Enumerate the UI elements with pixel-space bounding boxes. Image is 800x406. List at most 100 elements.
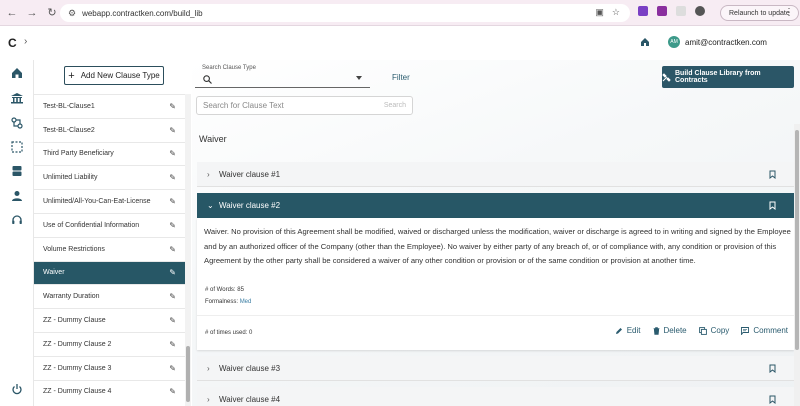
comment-icon (741, 326, 750, 335)
comment-button[interactable]: Comment (741, 326, 788, 335)
address-bar[interactable]: ⚙ webapp.contractken.com/build_lib ▣ ☆ (60, 4, 630, 22)
person-nav-icon[interactable] (10, 189, 24, 203)
brand-logo[interactable]: C (8, 36, 17, 50)
clause-type-item[interactable]: ZZ - Dummy Clause 2 ✎ (34, 331, 186, 356)
edit-button[interactable]: Edit (615, 326, 641, 335)
clause-type-label: Waiver (43, 269, 65, 277)
filter-button[interactable]: Filter (392, 73, 410, 82)
edit-pencil-icon[interactable]: ✎ (169, 149, 176, 158)
bookmark-icon[interactable] (769, 201, 776, 210)
edit-pencil-icon[interactable]: ✎ (169, 268, 176, 277)
clause-type-label: Unlimited Liability (43, 174, 98, 182)
edit-pencil-icon[interactable]: ✎ (169, 292, 176, 301)
clause-type-item[interactable]: Test-BL-Clause2 ✎ (34, 117, 186, 142)
copy-icon (698, 326, 707, 335)
clause-type-item[interactable]: ZZ - Dummy Clause 4 ✎ (34, 379, 186, 404)
clause-text-search-field[interactable]: Search for Clause Text Search (196, 96, 413, 115)
list-scrollbar-thumb[interactable] (186, 346, 190, 402)
clause-text-search-button[interactable]: Search (384, 102, 406, 109)
library-nav-icon[interactable] (10, 91, 24, 105)
reload-icon[interactable]: ↻ (44, 5, 60, 21)
edit-pencil-icon[interactable]: ✎ (169, 340, 176, 349)
clause-type-item[interactable]: Test-BL-Clause1 ✎ (34, 94, 186, 118)
formalness-label: Formalness: (205, 299, 239, 305)
delete-button[interactable]: Delete (653, 326, 687, 335)
comment-label: Comment (753, 326, 788, 335)
install-app-icon[interactable]: ▣ (595, 7, 604, 18)
clause-type-item[interactable]: Waiver ✎ (34, 260, 186, 285)
dropdown-caret-icon[interactable] (356, 76, 362, 80)
clause-type-list: Test-BL-Clause1 ✎ Test-BL-Clause2 ✎ Third Pa… (34, 94, 186, 403)
browser-menu-icon[interactable]: ⋮ (784, 7, 794, 18)
section-title: Waiver (199, 134, 227, 144)
storage-nav-icon[interactable] (10, 164, 24, 178)
clause-accordion-3[interactable]: › Waiver clause #3 (197, 356, 794, 381)
add-clause-type-button[interactable]: + Add New Clause Type (64, 66, 164, 85)
user-email[interactable]: amit@contractken.com (685, 38, 767, 47)
search-icon (203, 75, 212, 84)
bookmark-star-icon[interactable]: ☆ (612, 7, 620, 18)
copy-label: Copy (710, 326, 730, 335)
bookmark-icon[interactable] (769, 170, 776, 179)
support-headset-icon[interactable] (10, 213, 24, 227)
clause-detail-card: Waiver. No provision of this Agreement s… (197, 218, 794, 350)
formalness-value: Med (239, 299, 252, 305)
delete-label: Delete (663, 326, 687, 335)
avatar[interactable]: AM (668, 36, 680, 48)
search-clause-type-select[interactable]: Search Clause Type (195, 65, 370, 88)
clause-title: Waiver clause #1 (219, 169, 281, 179)
clause-type-item[interactable]: ZZ - Dummy Clause ✎ (34, 308, 186, 332)
site-info-icon[interactable]: ⚙ (68, 8, 76, 19)
home-nav-icon[interactable] (10, 66, 24, 80)
clause-type-item[interactable]: ZZ - Dummy Clause 3 ✎ (34, 355, 186, 380)
clause-type-item[interactable]: Warranty Duration ✎ (34, 284, 186, 308)
profile-icon[interactable] (695, 6, 705, 16)
clause-type-label: Test-BL-Clause1 (43, 102, 95, 110)
edit-pencil-icon[interactable]: ✎ (169, 173, 176, 182)
clause-accordion-4[interactable]: › Waiver clause #4 (197, 387, 794, 406)
main-scrollbar-thumb[interactable] (795, 130, 799, 350)
power-logout-icon[interactable] (10, 382, 24, 396)
clause-accordion-1[interactable]: › Waiver clause #1 (197, 162, 794, 187)
edit-pencil-icon[interactable]: ✎ (169, 126, 176, 135)
onenote-extension-icon[interactable] (657, 6, 667, 16)
expand-sidebar-icon[interactable]: › (24, 36, 27, 47)
clause-text-search-input[interactable]: Search for Clause Text (203, 101, 284, 110)
plus-icon: + (68, 69, 75, 82)
add-clause-type-label: Add New Clause Type (80, 71, 160, 80)
chevron-right-icon: › (207, 169, 210, 179)
puzzle-extensions-icon[interactable] (676, 6, 686, 16)
edit-pencil-icon[interactable]: ✎ (169, 364, 176, 373)
app-header: C › AM amit@contractken.com (0, 26, 800, 60)
clause-type-label: Unlimited/All-You-Can-Eat-License (43, 198, 151, 206)
clause-type-label: Third Party Beneficiary (43, 150, 114, 158)
word-count: # of Words: 85 (205, 287, 244, 293)
extension-icon-1[interactable] (638, 6, 648, 16)
edit-pencil-icon[interactable]: ✎ (169, 102, 176, 111)
clause-type-item[interactable]: Unlimited Liability ✎ (34, 165, 186, 189)
clause-type-item[interactable]: Unlimited/All-You-Can-Eat-License ✎ (34, 189, 186, 213)
url-text: webapp.contractken.com/build_lib (82, 8, 203, 18)
select-area-nav-icon[interactable] (10, 140, 24, 154)
bookmark-icon[interactable] (769, 364, 776, 373)
left-nav-rail (0, 60, 34, 406)
edit-pencil-icon[interactable]: ✎ (169, 245, 176, 254)
copy-button[interactable]: Copy (698, 326, 730, 335)
clause-accordion-2[interactable]: ⌄ Waiver clause #2 (197, 193, 794, 218)
forward-icon[interactable]: → (24, 5, 40, 21)
compare-nav-icon[interactable] (10, 116, 24, 130)
build-clause-library-button[interactable]: Build Clause Library from Contracts (662, 66, 794, 88)
bookmark-icon[interactable] (769, 395, 776, 404)
clause-type-item[interactable]: Third Party Beneficiary ✎ (34, 141, 186, 166)
home-icon[interactable] (640, 37, 650, 47)
edit-pencil-icon[interactable]: ✎ (169, 387, 176, 396)
tools-icon (662, 72, 671, 82)
clause-type-item[interactable]: Use of Confidential Information ✎ (34, 212, 186, 237)
clause-type-item[interactable]: Volume Restrictions ✎ (34, 236, 186, 261)
clause-type-label: Warranty Duration (43, 293, 100, 301)
edit-pencil-icon[interactable]: ✎ (169, 316, 176, 325)
pencil-icon (615, 327, 623, 335)
back-icon[interactable]: ← (4, 5, 20, 21)
edit-pencil-icon[interactable]: ✎ (169, 197, 176, 206)
edit-pencil-icon[interactable]: ✎ (169, 221, 176, 230)
